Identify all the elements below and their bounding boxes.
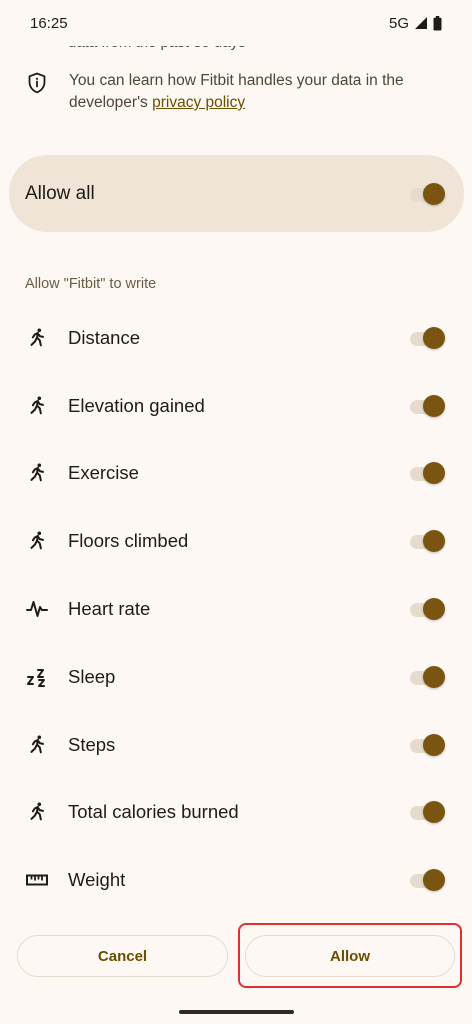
- permission-toggle[interactable]: [410, 801, 445, 824]
- permission-row-total-calories-burned[interactable]: Total calories burned: [0, 779, 472, 847]
- permission-toggle[interactable]: [410, 665, 445, 688]
- permission-toggle[interactable]: [410, 530, 445, 553]
- shield-info-icon: [25, 71, 49, 95]
- cancel-button[interactable]: Cancel: [17, 935, 228, 977]
- bottom-action-bar: Cancel Allow: [0, 920, 472, 1024]
- permission-row-floors-climbed[interactable]: Floors climbed: [0, 507, 472, 575]
- permissions-scroll-area[interactable]: data from the past 30 days You can learn…: [0, 0, 472, 920]
- running-icon: [25, 529, 49, 553]
- toggle-thumb: [423, 598, 445, 621]
- permission-label: Elevation gained: [68, 394, 205, 416]
- permission-toggle[interactable]: [410, 733, 445, 756]
- permission-label: Exercise: [68, 462, 139, 484]
- privacy-note: You can learn how Fitbit handles your da…: [69, 70, 448, 114]
- running-icon: [25, 733, 49, 757]
- permission-toggle[interactable]: [410, 394, 445, 417]
- signal-icon: [414, 16, 428, 30]
- network-type: 5G: [388, 14, 409, 32]
- permission-toggle[interactable]: [410, 869, 445, 892]
- running-icon: [25, 394, 49, 418]
- permission-toggle[interactable]: [410, 462, 445, 485]
- toggle-thumb: [423, 182, 445, 205]
- toggle-thumb: [423, 665, 445, 688]
- permission-label: Distance: [68, 326, 140, 348]
- running-icon: [25, 326, 49, 350]
- toggle-thumb: [423, 462, 445, 485]
- home-indicator[interactable]: [179, 1010, 294, 1014]
- permission-list: Distance Elevation gained Exercise Floor…: [0, 304, 472, 914]
- heart-rate-icon: [25, 597, 49, 621]
- toggle-thumb: [423, 869, 445, 892]
- allow-all-toggle[interactable]: [410, 182, 445, 205]
- permission-label: Steps: [68, 733, 116, 755]
- permission-row-steps[interactable]: Steps: [0, 711, 472, 779]
- allow-all-row[interactable]: Allow all: [9, 155, 464, 232]
- ruler-icon: [25, 868, 49, 892]
- permission-label: Weight: [68, 869, 126, 891]
- permission-label: Total calories burned: [68, 801, 239, 823]
- permission-toggle[interactable]: [410, 598, 445, 621]
- running-icon: [25, 461, 49, 485]
- status-time: 16:25: [30, 14, 68, 32]
- permission-label: Sleep: [68, 665, 116, 687]
- permission-label: Floors climbed: [68, 530, 189, 552]
- allow-button[interactable]: Allow: [245, 935, 455, 977]
- permission-row-elevation-gained[interactable]: Elevation gained: [0, 372, 472, 440]
- toggle-thumb: [423, 530, 445, 553]
- section-title-write: Allow "Fitbit" to write: [25, 276, 157, 292]
- privacy-policy-link[interactable]: privacy policy: [152, 94, 245, 111]
- permission-row-exercise[interactable]: Exercise: [0, 440, 472, 508]
- status-bar: 16:25 5G: [0, 0, 472, 46]
- permission-row-heart-rate[interactable]: Heart rate: [0, 575, 472, 643]
- toggle-thumb: [423, 394, 445, 417]
- toggle-thumb: [423, 733, 445, 756]
- sleep-icon: [25, 665, 49, 689]
- running-icon: [25, 800, 49, 824]
- toggle-thumb: [423, 326, 445, 349]
- permission-row-weight[interactable]: Weight: [0, 846, 472, 914]
- toggle-thumb: [423, 801, 445, 824]
- allow-all-label: Allow all: [25, 182, 95, 204]
- permission-row-sleep[interactable]: Sleep: [0, 643, 472, 711]
- permission-row-distance[interactable]: Distance: [0, 304, 472, 372]
- permission-toggle[interactable]: [410, 326, 445, 349]
- privacy-info-row: You can learn how Fitbit handles your da…: [25, 70, 448, 114]
- status-icons: 5G: [389, 15, 442, 32]
- permission-label: Heart rate: [68, 598, 151, 620]
- battery-icon: [433, 15, 442, 31]
